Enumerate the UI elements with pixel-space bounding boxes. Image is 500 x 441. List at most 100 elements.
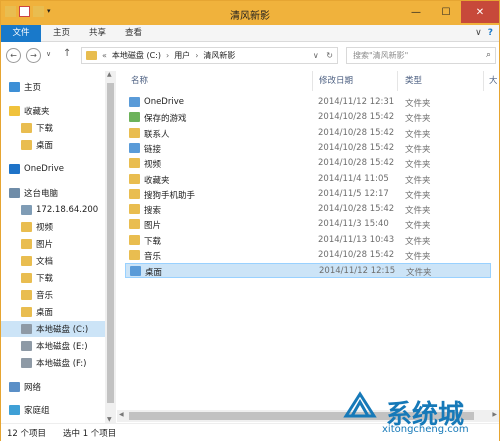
file-row[interactable]: 搜狗手机助手 2014/11/5 12:17 文件夹 [125,187,491,202]
column-header-name[interactable]: 名称 [131,71,148,91]
tab-file[interactable]: 文件 [1,25,41,42]
ribbon-expand-icon[interactable]: ∨ [475,28,482,38]
file-row[interactable]: 桌面 2014/11/12 12:15 文件夹 [125,263,491,279]
sidebar-item-label: 视频 [36,223,54,233]
sidebar-scrollbar[interactable]: ▲ ▼ [105,71,116,423]
selection-count: 选中 1 个项目 [63,429,117,439]
refresh-icon[interactable]: ↻ [326,51,333,60]
sidebar-item[interactable]: 视频 [1,219,105,235]
file-date: 2014/11/3 15:40 [318,219,389,230]
close-button[interactable]: ✕ [461,1,499,23]
breadcrumb-users[interactable]: 用户 [174,50,190,61]
music-folder-icon [21,290,32,300]
sidebar-item[interactable]: 收藏夹 [1,103,105,119]
item-count: 12 个项目 [7,429,47,439]
file-type: 文件夹 [405,144,431,155]
file-date: 2014/11/4 11:05 [318,173,389,184]
download-folder-icon [21,123,32,133]
file-row[interactable]: 保存的游戏 2014/10/28 15:42 文件夹 [125,110,491,125]
address-bar[interactable]: « 本地磁盘 (C:) › 用户 › 清风新影 ∨ ↻ [81,47,338,64]
explorer-window: ▾ 清风新影 — ☐ ✕ 文件 主页 共享 查看 ∨ ? ← → ∨ ↑ « 本… [0,0,500,441]
sidebar-item[interactable]: 图片 [1,236,105,252]
favorites-folder-icon [129,173,140,184]
tab-view[interactable]: 查看 [117,25,150,42]
back-button[interactable]: ← [6,48,21,63]
breadcrumb-drive[interactable]: 本地磁盘 (C:) [112,50,161,61]
sidebar-item[interactable]: 下载 [1,120,105,136]
sidebar-item[interactable]: 172.18.64.200 [1,202,105,218]
file-name: 桌面 [145,268,163,279]
maximize-button[interactable]: ☐ [431,1,461,23]
file-row[interactable]: 收藏夹 2014/11/4 11:05 文件夹 [125,172,491,187]
search-input[interactable]: 搜索"清风新影" ⌕ [346,47,496,64]
sidebar-item[interactable]: OneDrive [1,161,105,177]
file-row[interactable]: 链接 2014/10/28 15:42 文件夹 [125,141,491,156]
up-button[interactable]: ↑ [63,48,71,59]
tab-share[interactable]: 共享 [81,25,114,42]
breadcrumb-separator[interactable]: › [195,51,198,60]
folder-icon [86,51,97,60]
file-date: 2014/11/12 12:15 [319,266,396,277]
sidebar-item[interactable]: 桌面 [1,304,105,320]
sidebar-item-label: 图片 [36,240,54,250]
sidebar-item[interactable]: 本地磁盘 (E:) [1,338,105,354]
file-row[interactable]: 联系人 2014/10/28 15:42 文件夹 [125,126,491,141]
sidebar-item[interactable]: 文档 [1,253,105,269]
file-type: 文件夹 [405,190,431,201]
folder-icon [129,188,140,199]
sidebar-item-label: 网络 [24,383,42,393]
file-name: 链接 [144,144,162,155]
network-drive-icon [21,205,32,215]
sidebar-item-label: 下载 [36,124,54,134]
minimize-button[interactable]: — [401,1,431,23]
desktop-folder-icon [130,266,141,277]
file-row[interactable]: 搜索 2014/10/28 15:42 文件夹 [125,202,491,217]
watermark-url: xitongcheng.com [382,424,469,435]
search-icon[interactable]: ⌕ [486,50,491,60]
file-row[interactable]: 视频 2014/10/28 15:42 文件夹 [125,156,491,171]
links-folder-icon [129,142,140,153]
sidebar-item[interactable]: 家庭组 [1,402,105,418]
sidebar-item[interactable]: 本地磁盘 (C:) [1,321,105,337]
video-folder-icon [129,158,140,169]
sidebar-scrollbar-thumb[interactable] [107,83,114,403]
sidebar-item[interactable]: 本地磁盘 (F:) [1,355,105,371]
file-row[interactable]: OneDrive 2014/11/12 12:31 文件夹 [125,95,491,110]
video-folder-icon [21,222,32,232]
sidebar-item[interactable]: 音乐 [1,287,105,303]
file-row[interactable]: 下载 2014/11/13 10:43 文件夹 [125,233,491,248]
file-row[interactable]: 音乐 2014/10/28 15:42 文件夹 [125,248,491,263]
homegroup-icon [9,405,20,415]
help-icon[interactable]: ? [488,28,493,38]
column-header-date[interactable]: 修改日期 [319,71,353,91]
network-icon [9,382,20,392]
file-list: 名称 修改日期 类型 大 OneDrive 2014/11/12 12:31 文件夹… [117,71,499,423]
games-folder-icon [129,112,140,123]
recent-locations-button[interactable]: ∨ [46,50,51,58]
file-name: 视频 [144,160,162,171]
file-row[interactable]: 图片 2014/11/3 15:40 文件夹 [125,217,491,232]
file-date: 2014/10/28 15:42 [318,142,395,153]
sidebar-item-label: 下载 [36,274,54,284]
file-type: 文件夹 [405,236,431,247]
sidebar-item[interactable]: 主页 [1,79,105,95]
sidebar-item[interactable]: 这台电脑 [1,185,105,201]
address-dropdown-icon[interactable]: ∨ [313,51,319,60]
file-name: OneDrive [144,97,184,107]
sidebar-item[interactable]: 网络 [1,379,105,395]
column-header-type[interactable]: 类型 [405,71,422,91]
sidebar-item[interactable]: 桌面 [1,137,105,153]
breadcrumb-current[interactable]: 清风新影 [203,50,235,61]
sidebar-item-label: 这台电脑 [24,189,59,199]
searches-folder-icon [129,204,140,215]
breadcrumb-separator[interactable]: › [166,51,169,60]
desktop-folder-icon [21,307,32,317]
sidebar-item[interactable]: 下载 [1,270,105,286]
file-type: 文件夹 [405,206,431,217]
column-header-size[interactable]: 大 [489,71,498,91]
breadcrumb-overflow[interactable]: « [102,51,107,60]
file-type: 文件夹 [405,129,431,140]
tab-home[interactable]: 主页 [45,25,78,42]
forward-button[interactable]: → [26,48,41,63]
file-name: 收藏夹 [144,175,170,186]
